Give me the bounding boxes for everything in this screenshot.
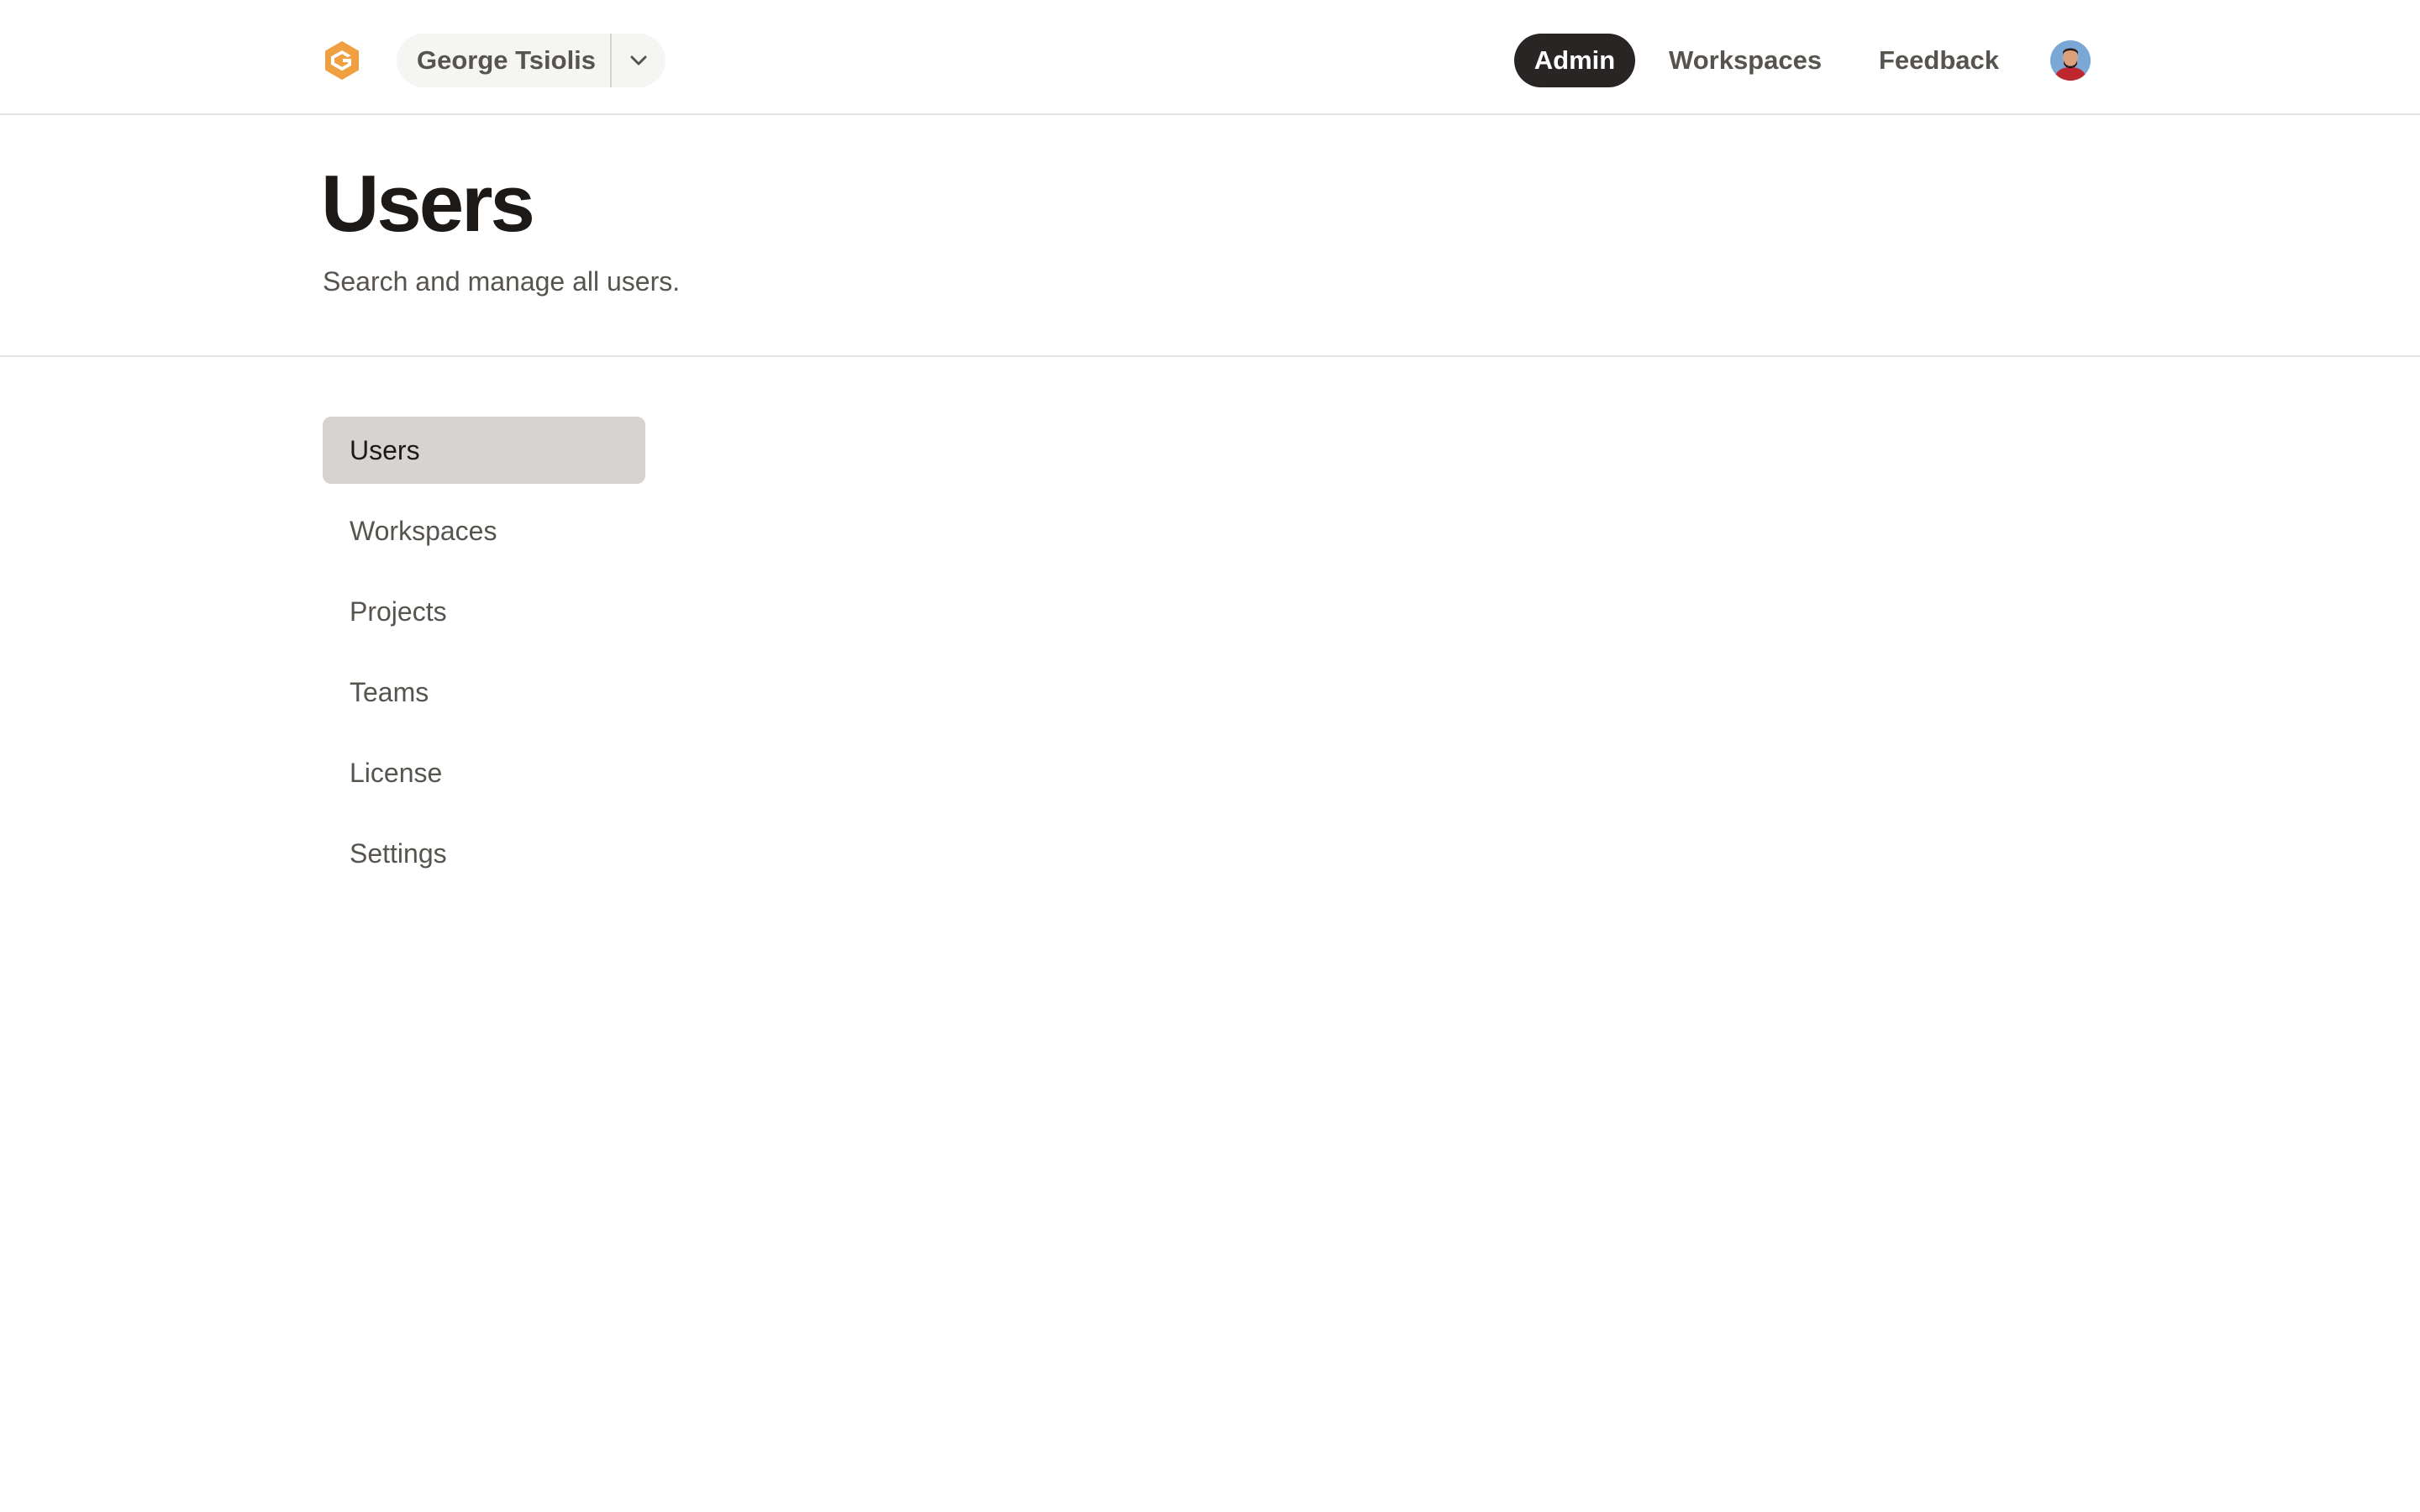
sidebar-item-license[interactable]: License xyxy=(323,739,645,806)
nav-admin[interactable]: Admin xyxy=(1514,34,1635,87)
account-switcher[interactable]: George Tsiolis xyxy=(397,34,666,87)
nav-workspaces[interactable]: Workspaces xyxy=(1669,34,1822,87)
nav-feedback[interactable]: Feedback xyxy=(1879,34,1999,87)
sidebar-item-projects[interactable]: Projects xyxy=(323,578,645,645)
chevron-down-icon[interactable] xyxy=(612,34,666,87)
sidebar-item-teams[interactable]: Teams xyxy=(323,659,645,726)
sidebar-item-workspaces[interactable]: Workspaces xyxy=(323,497,645,564)
user-avatar-icon[interactable] xyxy=(2050,40,2091,81)
page-subtitle: Search and manage all users. xyxy=(323,266,681,297)
account-name[interactable]: George Tsiolis xyxy=(397,45,610,76)
top-header: George Tsiolis Admin Workspaces Feedback xyxy=(0,0,2420,115)
sidebar-item-settings[interactable]: Settings xyxy=(323,820,645,887)
page-header: Users Search and manage all users. xyxy=(0,115,2420,357)
brand-logo-icon[interactable] xyxy=(321,39,363,82)
admin-sidebar: Users Workspaces Projects Teams License … xyxy=(323,417,645,900)
sidebar-item-users[interactable]: Users xyxy=(323,417,645,484)
page-title: Users xyxy=(321,159,535,249)
